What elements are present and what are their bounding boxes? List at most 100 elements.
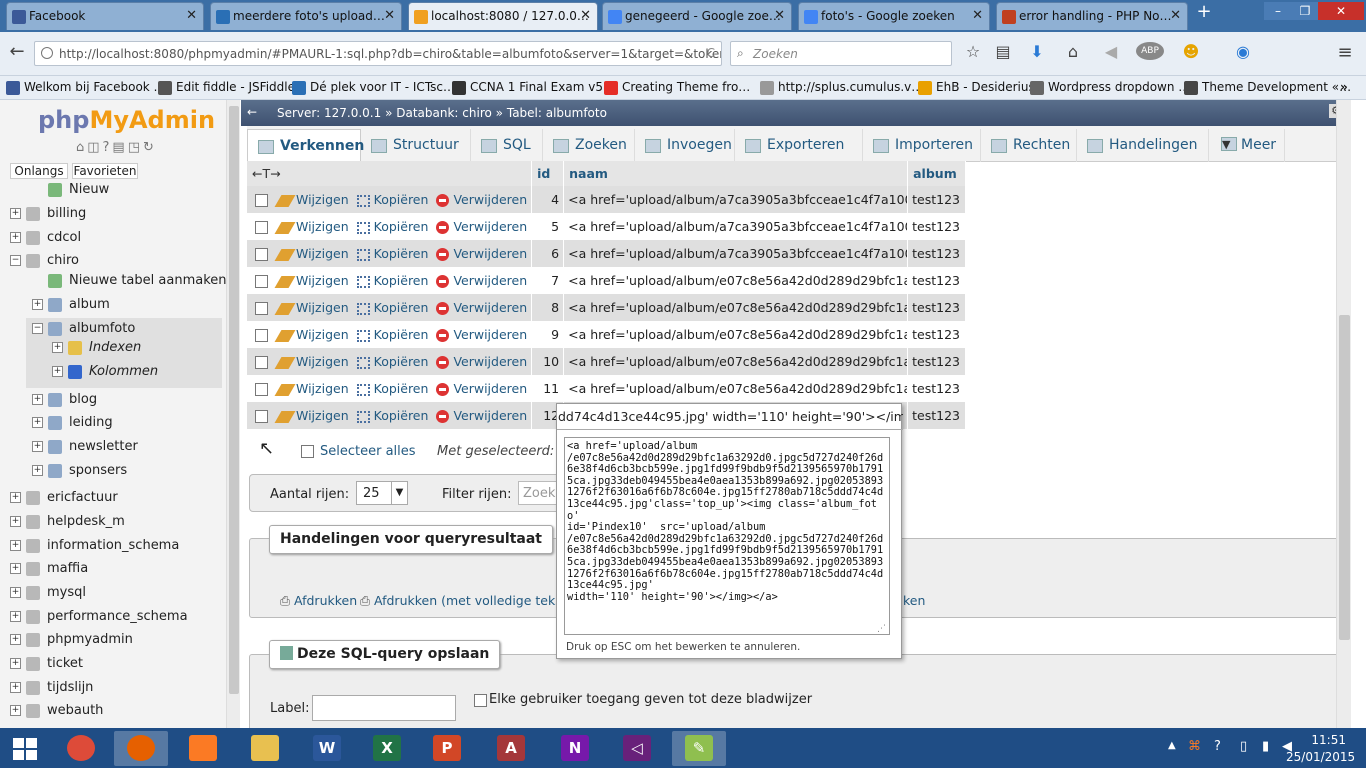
row-checkbox[interactable]	[255, 248, 268, 261]
row-checkbox[interactable]	[255, 221, 268, 234]
cell-naam[interactable]: <a href='upload/album/e07c8e56a42d0d289d…	[563, 267, 909, 294]
nav-scrollbar[interactable]	[226, 100, 240, 728]
copy-link[interactable]: Kopiëren	[356, 219, 428, 234]
row-checkbox[interactable]	[255, 410, 268, 423]
back-arrow-icon[interactable]: ◀	[1100, 42, 1122, 61]
tree-item-cdcol[interactable]: + cdcol	[0, 227, 226, 249]
menu-icon[interactable]: ≡	[1334, 42, 1356, 63]
expand-toggle-icon[interactable]: +	[32, 441, 43, 452]
start-taskbar-button[interactable]	[0, 731, 54, 766]
tree-item-kolommen[interactable]: + Kolommen	[0, 361, 226, 383]
copy-link[interactable]: Kopiëren	[356, 408, 428, 423]
browser-tab[interactable]: localhost:8080 / 127.0.0… ✕	[408, 2, 598, 30]
tab-zoeken[interactable]: Zoeken	[543, 129, 635, 162]
select-all-checkbox[interactable]	[301, 444, 314, 458]
delete-link[interactable]: Verwijderen	[436, 381, 527, 396]
close-tab-icon[interactable]: ✕	[972, 8, 983, 23]
cell-naam[interactable]: <a href='upload/album/e07c8e56a42d0d289d…	[563, 294, 909, 321]
pma-logo[interactable]: phpMyAdmin	[38, 106, 215, 134]
expand-toggle-icon[interactable]: +	[10, 658, 21, 669]
xampp-taskbar-button[interactable]	[176, 731, 230, 766]
bookmark-item[interactable]: Dé plek voor IT - ICTsc…	[292, 80, 455, 95]
network-icon[interactable]: ▮	[1262, 739, 1269, 754]
expand-toggle-icon[interactable]: +	[52, 342, 63, 353]
tree-item-newsletter[interactable]: + newsletter	[0, 436, 226, 458]
bookmark-item[interactable]: Edit fiddle - JSFiddle	[158, 80, 295, 95]
copy-link[interactable]: Kopiëren	[356, 246, 428, 261]
delete-link[interactable]: Verwijderen	[436, 408, 527, 423]
back-button[interactable]: ←	[6, 41, 28, 62]
maximize-button[interactable]: ❐	[1292, 2, 1318, 20]
cell-naam[interactable]: <a href='upload/album/e07c8e56a42d0d289d…	[563, 321, 909, 348]
label-input[interactable]	[312, 695, 456, 721]
resize-handle-icon[interactable]: ⋰	[877, 624, 886, 634]
main-scrollbar[interactable]	[1336, 100, 1351, 728]
all-users-checkbox[interactable]	[474, 693, 487, 707]
pma-quick-icons[interactable]: ⌂◫?▤◳↻	[76, 140, 157, 155]
url-bar[interactable]: http://localhost:8080/phpmyadmin/#PMAURL…	[34, 41, 722, 66]
expand-toggle-icon[interactable]: +	[10, 611, 21, 622]
tree-item-maffia[interactable]: + maffia	[0, 558, 226, 580]
expand-toggle-icon[interactable]: +	[10, 634, 21, 645]
expand-toggle-icon[interactable]: +	[10, 682, 21, 693]
link-tail-text[interactable]: ken	[903, 593, 925, 608]
rows-select[interactable]: 25 ▼	[356, 481, 408, 505]
tree-item-chiro[interactable]: − chiro	[0, 250, 226, 272]
firefox-taskbar-button[interactable]	[114, 731, 168, 766]
bookmarks-overflow-button[interactable]: »	[1340, 80, 1348, 94]
file-explorer-taskbar-button[interactable]	[238, 731, 292, 766]
column-arrows[interactable]: ←T→	[247, 161, 533, 186]
inline-edit-textarea[interactable]: <a href='upload/album /e07c8e56a42d0d289…	[564, 437, 890, 635]
minimize-button[interactable]: –	[1264, 2, 1292, 20]
cell-naam[interactable]: <a href='upload/album/e07c8e56a42d0d289d…	[563, 375, 909, 402]
recent-tables-tab[interactable]: Onlangs	[10, 163, 68, 179]
delete-link[interactable]: Verwijderen	[436, 300, 527, 315]
cell-album[interactable]: test123	[907, 240, 967, 267]
expand-toggle-icon[interactable]: +	[32, 417, 43, 428]
cell-id[interactable]: 11	[531, 375, 565, 402]
cell-naam[interactable]: <a href='upload/album/e07c8e56a42d0d289d…	[563, 348, 909, 375]
breadcrumb-server[interactable]: Server: 127.0.0.1	[277, 106, 381, 120]
print-full-link[interactable]: ⎙ Afdrukken (met volledige tekste	[360, 593, 574, 609]
edit-link[interactable]: Wijzigen	[274, 354, 349, 369]
excel-taskbar-button[interactable]: X	[360, 731, 414, 766]
cell-id[interactable]: 5	[531, 213, 565, 240]
bookmark-item[interactable]: http://splus.cumulus.v…	[760, 80, 923, 95]
tab-exporteren[interactable]: Exporteren	[735, 129, 863, 162]
tray-up-icon[interactable]: ▲	[1168, 740, 1176, 751]
edit-link[interactable]: Wijzigen	[274, 408, 349, 423]
copy-link[interactable]: Kopiëren	[356, 327, 428, 342]
clock-time[interactable]: 11:51	[1296, 733, 1346, 747]
expand-toggle-icon[interactable]: −	[32, 323, 43, 334]
cell-id[interactable]: 10	[531, 348, 565, 375]
cell-album[interactable]: test123	[907, 294, 967, 321]
favorite-tables-tab[interactable]: Favorieten	[72, 163, 138, 179]
bookmark-item[interactable]: Theme Development «…	[1184, 80, 1351, 95]
tree-item-performance-schema[interactable]: + performance_schema	[0, 606, 226, 628]
tree-item-sponsers[interactable]: + sponsers	[0, 460, 226, 482]
tree-item-leiding[interactable]: + leiding	[0, 412, 226, 434]
home-icon[interactable]: ⌂	[1062, 42, 1084, 61]
expand-toggle-icon[interactable]: +	[10, 587, 21, 598]
cell-id[interactable]: 9	[531, 321, 565, 348]
browser-tab[interactable]: error handling - PHP No… ✕	[996, 2, 1188, 30]
browser-tab[interactable]: genegeerd - Google zoe… ✕	[602, 2, 792, 30]
tree-item-ticket[interactable]: + ticket	[0, 653, 226, 675]
collapse-arrow-icon[interactable]: ←	[247, 105, 257, 119]
delete-link[interactable]: Verwijderen	[436, 246, 527, 261]
expand-toggle-icon[interactable]: +	[32, 394, 43, 405]
edit-link[interactable]: Wijzigen	[274, 246, 349, 261]
search-box[interactable]: ⌕ Zoeken	[730, 41, 952, 66]
expand-toggle-icon[interactable]: +	[52, 366, 63, 377]
copy-link[interactable]: Kopiëren	[356, 192, 428, 207]
cell-album[interactable]: test123	[907, 375, 967, 402]
close-window-button[interactable]: ✕	[1318, 2, 1364, 20]
inline-edit-input[interactable]: dd74c4d13ce44c95.jpg' width='110' height…	[557, 404, 903, 430]
row-checkbox[interactable]	[255, 383, 268, 396]
bookmark-item[interactable]: Wordpress dropdown …	[1030, 80, 1190, 95]
help-tray-icon[interactable]: ?	[1214, 739, 1221, 754]
expand-toggle-icon[interactable]: +	[10, 492, 21, 503]
cell-album[interactable]: test123	[907, 213, 967, 240]
edit-link[interactable]: Wijzigen	[274, 327, 349, 342]
tree-item-information-schema[interactable]: + information_schema	[0, 535, 226, 557]
